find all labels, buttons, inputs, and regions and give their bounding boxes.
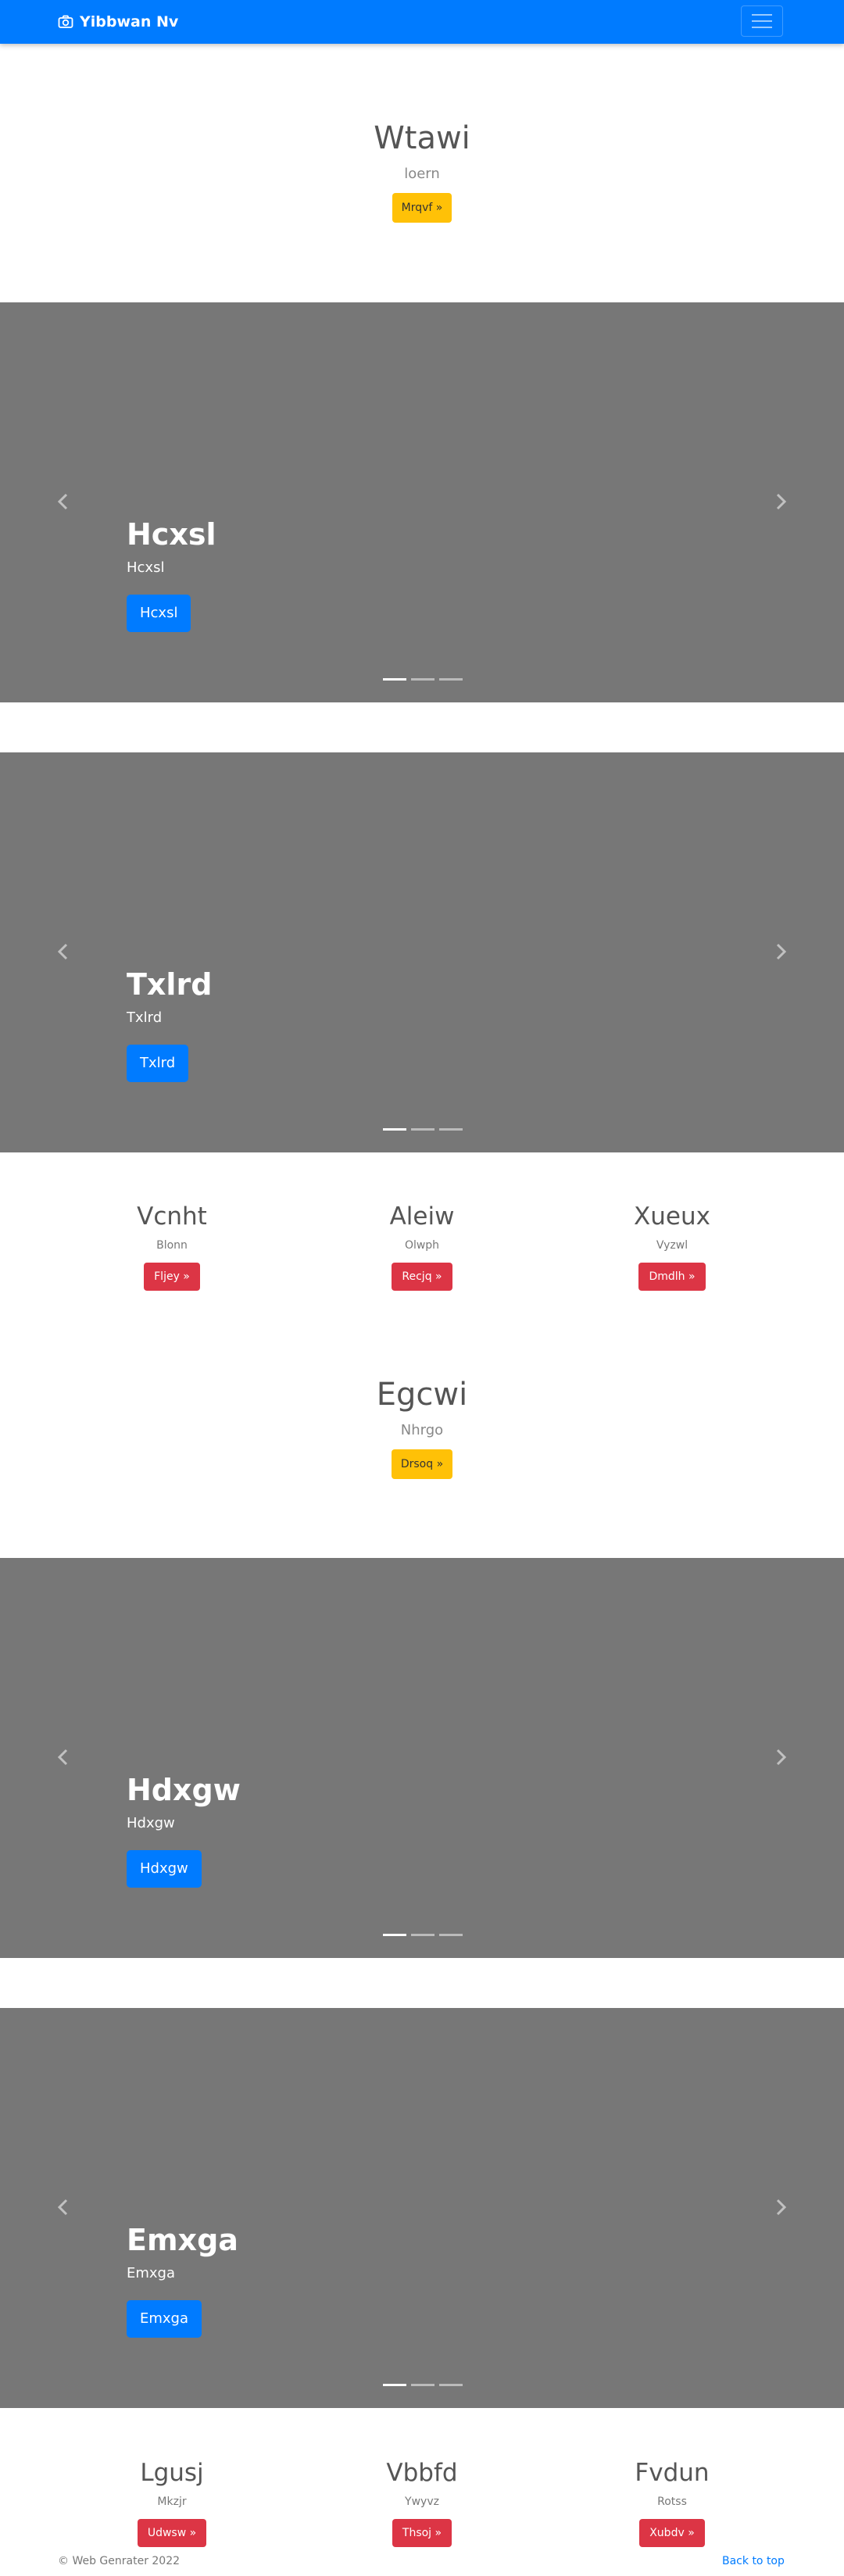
hero-section-1: Wtawi loern Mrqvf » <box>0 120 844 223</box>
column-title: Xueux <box>634 1202 710 1231</box>
indicator[interactable] <box>439 2384 463 2386</box>
feature-column: Aleiw Olwph Recjq » <box>336 1202 508 1291</box>
carousel-next-icon[interactable] <box>769 490 792 513</box>
carousel-2: Txlrd Txlrd Txlrd <box>0 752 844 1152</box>
caption-title: Hcxsl <box>127 517 216 552</box>
feature-column: Xueux Vyzwl Dmdlh » <box>586 1202 758 1291</box>
footer-copyright: © Web Genrater 2022 <box>58 2555 181 2567</box>
hero-button[interactable]: Mrqvf » <box>392 193 452 223</box>
carousel-caption: Emxga Emxga Emxga <box>127 2222 238 2338</box>
column-title: Lgusj <box>140 2459 204 2487</box>
carousel-caption: Hcxsl Hcxsl Hcxsl <box>127 516 216 632</box>
caption-text: Emxga <box>127 2265 176 2281</box>
column-button[interactable]: Recjq » <box>392 1263 452 1291</box>
column-text: Rotss <box>657 2496 687 2508</box>
feature-column: Vcnht Blonn Fljey » <box>86 1202 258 1291</box>
carousel-1: Hcxsl Hcxsl Hcxsl <box>0 302 844 702</box>
caption-text: Txlrd <box>127 1009 163 1026</box>
column-button[interactable]: Thsoj » <box>392 2519 452 2547</box>
caption-button[interactable]: Emxga <box>127 2300 202 2338</box>
hamburger-icon <box>752 14 772 16</box>
carousel-next-icon[interactable] <box>769 2195 792 2219</box>
column-title: Vcnht <box>137 1202 207 1231</box>
column-title: Fvdun <box>635 2459 710 2487</box>
camera-icon <box>58 15 73 28</box>
column-text: Blonn <box>156 1239 188 1252</box>
carousel-prev-icon[interactable] <box>52 940 75 963</box>
navbar-brand[interactable]: Yibbwan Nv <box>58 11 178 33</box>
indicator[interactable] <box>411 1934 435 1936</box>
hero-button[interactable]: Drsoq » <box>391 1449 453 1479</box>
caption-button[interactable]: Hdxgw <box>127 1850 202 1888</box>
feature-column: Vbbfd Ywyvz Thsoj » <box>336 2458 508 2547</box>
column-text: Vyzwl <box>656 1239 688 1252</box>
hero-title: Egcwi <box>376 1377 468 1413</box>
indicator[interactable] <box>411 2384 435 2386</box>
hero-section-2: Egcwi Nhrgo Drsoq » <box>0 1376 844 1479</box>
feature-column: Lgusj Mkzjr Udwsw » <box>86 2458 258 2547</box>
navbar: Yibbwan Nv <box>0 0 844 44</box>
column-text: Mkzjr <box>157 2496 187 2508</box>
indicator[interactable] <box>383 1934 406 1936</box>
indicator[interactable] <box>383 1128 406 1131</box>
caption-title: Hdxgw <box>127 1773 241 1807</box>
carousel-indicators <box>383 2384 463 2386</box>
column-text: Ywyvz <box>405 2496 439 2508</box>
indicator[interactable] <box>411 678 435 681</box>
column-button[interactable]: Xubdv » <box>639 2519 705 2547</box>
column-button[interactable]: Udwsw » <box>137 2519 207 2547</box>
caption-title: Emxga <box>127 2223 238 2257</box>
caption-button[interactable]: Hcxsl <box>127 595 191 632</box>
column-button[interactable]: Fljey » <box>144 1263 200 1291</box>
hero-lead: Nhrgo <box>400 1422 444 1438</box>
indicator[interactable] <box>411 1128 435 1131</box>
carousel-4: Emxga Emxga Emxga <box>0 2008 844 2408</box>
caption-button[interactable]: Txlrd <box>127 1045 189 1082</box>
carousel-indicators <box>383 678 463 681</box>
carousel-prev-icon[interactable] <box>52 2195 75 2219</box>
column-title: Aleiw <box>389 1202 455 1231</box>
carousel-caption: Hdxgw Hdxgw Hdxgw <box>127 1772 241 1888</box>
indicator[interactable] <box>383 678 406 681</box>
navbar-toggler-button[interactable] <box>741 5 783 37</box>
carousel-indicators <box>383 1128 463 1131</box>
column-button[interactable]: Dmdlh » <box>638 1263 706 1291</box>
indicator[interactable] <box>383 2384 406 2386</box>
caption-title: Txlrd <box>127 967 213 1002</box>
carousel-indicators <box>383 1934 463 1936</box>
carousel-3: Hdxgw Hdxgw Hdxgw <box>0 1558 844 1958</box>
caption-text: Hdxgw <box>127 1815 175 1831</box>
brand-text: Yibbwan Nv <box>80 13 179 30</box>
indicator[interactable] <box>439 1128 463 1131</box>
indicator[interactable] <box>439 1934 463 1936</box>
carousel-next-icon[interactable] <box>769 940 792 963</box>
feature-column: Fvdun Rotss Xubdv » <box>586 2458 758 2547</box>
carousel-prev-icon[interactable] <box>52 1745 75 1769</box>
hero-lead: loern <box>404 166 440 182</box>
back-to-top-link[interactable]: Back to top <box>722 2555 785 2567</box>
indicator[interactable] <box>439 678 463 681</box>
carousel-caption: Txlrd Txlrd Txlrd <box>127 966 212 1082</box>
caption-text: Hcxsl <box>127 559 165 576</box>
column-title: Vbbfd <box>386 2459 458 2487</box>
hero-title: Wtawi <box>374 120 470 156</box>
carousel-next-icon[interactable] <box>769 1745 792 1769</box>
column-text: Olwph <box>404 1239 440 1252</box>
carousel-prev-icon[interactable] <box>52 490 75 513</box>
